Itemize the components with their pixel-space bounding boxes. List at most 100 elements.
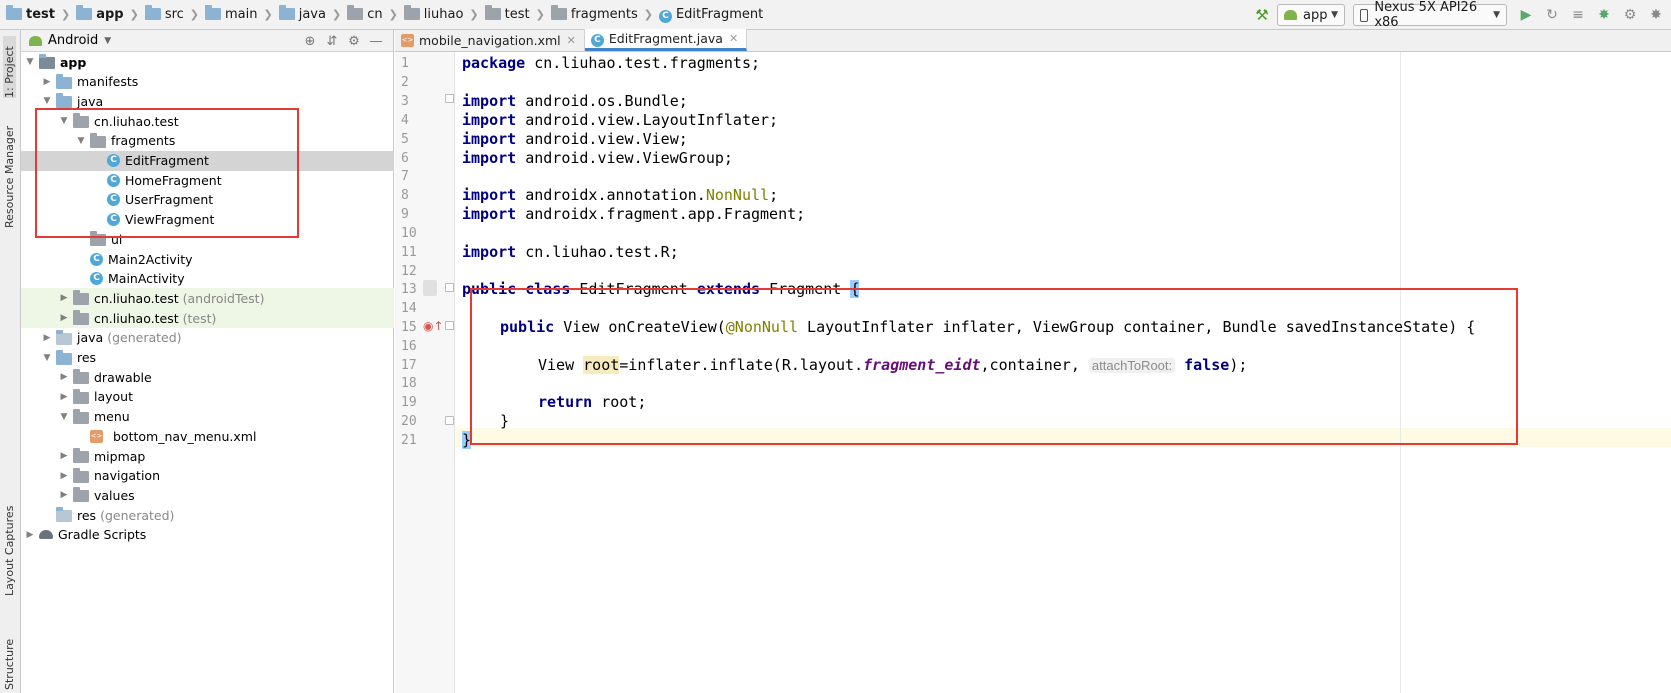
collapse-arrow-icon[interactable]: ▶ — [57, 451, 71, 461]
run-configuration-select[interactable]: app ▼ — [1277, 4, 1345, 26]
collapse-all-icon[interactable]: ⇵ — [321, 32, 343, 50]
xml-file-icon: <> — [90, 429, 108, 443]
collapse-arrow-icon[interactable]: ▶ — [40, 77, 54, 87]
resource-manager-tool-tab[interactable]: Resource Manager — [3, 118, 16, 228]
structure-tab-label: Structure — [3, 638, 16, 690]
structure-tool-tab[interactable]: Structure — [3, 610, 16, 690]
code-line: import android.os.Bundle; — [462, 92, 688, 110]
package-folder-icon — [73, 369, 89, 385]
tree-item[interactable]: ▶ cn.liuhao.test (androidTest) — [21, 288, 394, 309]
device-label: Nexus 5X API26 x86 — [1374, 0, 1478, 30]
tree-item-label: res — [77, 350, 97, 365]
layout-preview-gutter-icon[interactable] — [423, 280, 437, 296]
tree-item[interactable]: ▼ app — [21, 52, 394, 72]
breadcrumb-item[interactable]: liuhao ❯ — [398, 0, 479, 30]
breadcrumb-item[interactable]: C EditFragment — [653, 0, 763, 30]
project-view-mode-select[interactable]: Android — [48, 33, 98, 48]
package-folder-icon — [73, 448, 89, 463]
tree-item[interactable]: res (generated) — [21, 505, 394, 525]
close-tab-icon[interactable]: ✕ — [729, 32, 738, 45]
tree-item-label: navigation — [94, 468, 160, 484]
device-select[interactable]: Nexus 5X API26 x86 ▼ — [1353, 0, 1507, 30]
breadcrumb-separator-icon: ❯ — [189, 8, 200, 21]
breadcrumb-item[interactable]: test ❯ — [0, 0, 70, 30]
editor-tab[interactable]: C EditFragment.java ✕ — [584, 29, 748, 51]
expand-arrow-icon[interactable]: ▼ — [40, 96, 54, 106]
code-line: import android.view.LayoutInflater; — [462, 111, 779, 129]
package-icon — [484, 4, 501, 23]
breadcrumb-item[interactable]: app ❯ — [70, 0, 139, 30]
project-icon — [6, 4, 22, 23]
code-line: import android.view.ViewGroup; — [462, 149, 733, 167]
editor-gutter: 1 2 3 4 5 6 7 8 9 10 11 12 13 14 15 16 17 18 19 20 21 ◉↑ — [395, 52, 455, 693]
tree-item[interactable]: <> bottom_nav_menu.xml — [21, 426, 394, 446]
tree-item-label: res — [77, 507, 97, 523]
fold-marker-icon[interactable] — [445, 321, 454, 330]
tree-item[interactable]: ▶ Gradle Scripts — [21, 525, 394, 545]
breadcrumb-item[interactable]: main ❯ — [199, 0, 273, 30]
tree-item[interactable]: ▶ manifests — [21, 72, 394, 92]
project-tool-tab[interactable]: 1: Project — [3, 36, 16, 98]
package-folder-icon — [73, 467, 89, 483]
collapse-arrow-icon[interactable]: ▶ — [40, 333, 54, 343]
expand-arrow-icon[interactable]: ▼ — [23, 57, 37, 67]
project-panel-tools: ⊕ ⇵ ⚙ — — [299, 32, 387, 50]
code-area[interactable]: package cn.liuhao.test.fragments; import… — [456, 52, 1671, 693]
tree-item[interactable]: ▶ navigation — [21, 466, 394, 486]
collapse-arrow-icon[interactable]: ▶ — [57, 372, 71, 382]
profile-icon[interactable]: ⚙ — [1619, 4, 1641, 26]
tree-item[interactable]: ▶ cn.liuhao.test (test) — [21, 308, 394, 329]
editor-tab[interactable]: <> mobile_navigation.xml ✕ — [395, 29, 585, 51]
layout-captures-tool-tab[interactable]: Layout Captures — [3, 496, 16, 596]
hide-panel-icon[interactable]: — — [365, 32, 387, 50]
apply-code-changes-icon[interactable]: ≡ — [1567, 4, 1589, 26]
tree-item[interactable]: ▶ drawable — [21, 367, 394, 387]
locate-file-icon[interactable]: ⊕ — [299, 32, 321, 50]
collapse-arrow-icon[interactable]: ▶ — [23, 530, 37, 540]
line-number: 20 — [401, 414, 417, 429]
apply-changes-icon[interactable]: ↻ — [1541, 4, 1563, 26]
breadcrumb-separator-icon: ❯ — [388, 8, 398, 21]
fold-marker-icon[interactable] — [445, 416, 454, 425]
build-hammer-icon[interactable]: ⚒ — [1251, 4, 1273, 26]
tree-item[interactable]: ▼ menu — [21, 407, 394, 427]
expand-arrow-icon[interactable]: ▼ — [57, 412, 71, 422]
generated-folder-icon — [56, 507, 72, 523]
breadcrumb-item[interactable]: cn ❯ — [341, 0, 398, 30]
collapse-arrow-icon[interactable]: ▶ — [57, 490, 71, 500]
breadcrumb-item[interactable]: java ❯ — [273, 0, 341, 30]
collapse-arrow-icon[interactable]: ▶ — [57, 293, 71, 303]
tree-item-label: menu — [94, 409, 130, 425]
debug-icon[interactable]: ✸ — [1593, 4, 1615, 26]
fold-marker-icon[interactable] — [445, 94, 454, 103]
collapse-arrow-icon[interactable]: ▶ — [57, 392, 71, 402]
tree-item[interactable]: ▶ values — [21, 485, 394, 505]
attach-debugger-icon[interactable]: ✸ — [1645, 4, 1667, 26]
code-line: import androidx.annotation.NonNull; — [462, 186, 779, 204]
breadcrumb-item[interactable]: fragments ❯ — [545, 0, 653, 30]
tree-item[interactable]: C MainActivity — [21, 269, 394, 289]
chevron-down-icon[interactable]: ▼ — [104, 36, 111, 46]
collapse-arrow-icon[interactable]: ▶ — [57, 471, 71, 481]
run-icon[interactable]: ▶ — [1515, 4, 1537, 26]
tree-item[interactable]: ▼ res — [21, 348, 394, 368]
breadcrumb-item[interactable]: test ❯ — [479, 0, 545, 30]
close-tab-icon[interactable]: ✕ — [567, 34, 576, 47]
folder-icon — [56, 93, 72, 109]
settings-gear-icon[interactable]: ⚙ — [343, 32, 365, 50]
override-method-gutter-icon[interactable]: ◉↑ — [423, 319, 444, 333]
editor-tab-label: EditFragment.java — [608, 31, 723, 46]
line-number: 18 — [401, 376, 417, 391]
expand-arrow-icon[interactable]: ▼ — [40, 353, 54, 363]
tree-item-label: cn.liuhao.test — [94, 310, 179, 326]
tree-item[interactable]: ▶ java (generated) — [21, 328, 394, 348]
tree-item[interactable]: ▶ layout — [21, 387, 394, 407]
editor-tab-label: mobile_navigation.xml — [419, 32, 561, 48]
collapse-arrow-icon[interactable]: ▶ — [57, 313, 71, 323]
tree-item[interactable]: C Main2Activity — [21, 249, 394, 269]
line-number: 3 — [401, 94, 409, 109]
tree-item[interactable]: ▶ mipmap — [21, 446, 394, 466]
folder-icon — [205, 4, 222, 23]
fold-marker-icon[interactable] — [445, 283, 454, 292]
breadcrumb-item[interactable]: src ❯ — [139, 0, 199, 30]
